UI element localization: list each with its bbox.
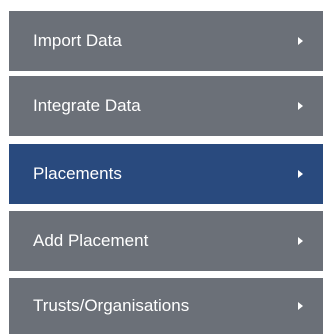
menu-item-placements[interactable]: Placements xyxy=(9,144,323,204)
menu-item-label: Integrate Data xyxy=(33,96,141,115)
menu-item-label: Placements xyxy=(33,164,122,183)
chevron-right-icon xyxy=(298,170,303,178)
menu-item-trusts-organisations[interactable]: Trusts/Organisations xyxy=(9,278,323,334)
menu-item-label: Import Data xyxy=(33,31,122,50)
chevron-right-icon xyxy=(298,302,303,310)
menu-item-label: Trusts/Organisations xyxy=(33,296,190,315)
chevron-right-icon xyxy=(298,37,303,45)
menu-item-import-data[interactable]: Import Data xyxy=(9,11,323,71)
menu-item-integrate-data[interactable]: Integrate Data xyxy=(9,76,323,136)
chevron-right-icon xyxy=(298,237,303,245)
menu-item-add-placement[interactable]: Add Placement xyxy=(9,211,323,271)
menu-item-label: Add Placement xyxy=(33,231,149,250)
chevron-right-icon xyxy=(298,102,303,110)
side-menu: Import Data Integrate Data Placements Ad… xyxy=(0,0,323,334)
